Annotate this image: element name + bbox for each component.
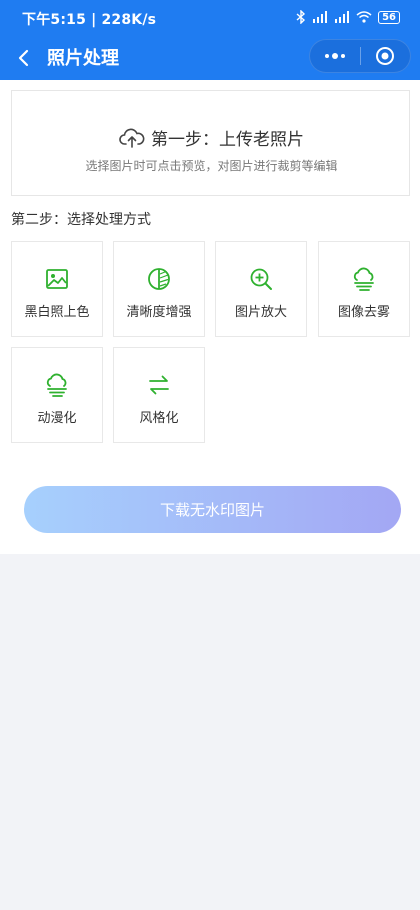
option-anime[interactable]: 动漫化 [11, 347, 103, 443]
status-icons: 56 [296, 10, 400, 24]
header-bar: 下午5:15 | 228K/s 56 照片处理 [0, 0, 420, 80]
chevron-left-icon [18, 49, 29, 67]
more-dots-icon [324, 53, 345, 59]
target-close-icon [376, 47, 395, 65]
status-time-speed: 下午5:15 | 228K/s [22, 12, 157, 28]
option-dehaze[interactable]: 图像去雾 [318, 241, 410, 337]
swap-icon [149, 375, 169, 395]
main-content: 第一步：上传老照片 选择图片时可点击预览，对图片进行裁剪等编辑 第二步：选择处理… [0, 80, 420, 554]
contrast-icon [148, 268, 170, 290]
upload-subtitle: 选择图片时可点击预览，对图片进行裁剪等编辑 [85, 159, 338, 173]
upload-title: 第一步：上传老照片 [151, 130, 304, 150]
signal-icon-2 [335, 11, 350, 23]
option-label: 图像去雾 [337, 305, 390, 320]
option-label: 黑白照上色 [24, 305, 90, 320]
fog-icon [353, 267, 374, 291]
option-colorize[interactable]: 黑白照上色 [11, 241, 103, 337]
battery-level: 56 [382, 11, 396, 23]
option-enlarge[interactable]: 图片放大 [215, 241, 307, 337]
nav-bar: 照片处理 [0, 36, 420, 80]
upload-title-row: 第一步：上传老照片 [12, 125, 411, 150]
close-miniprogram-button[interactable] [360, 39, 410, 73]
bluetooth-icon [296, 10, 306, 24]
option-label: 清晰度增强 [126, 305, 192, 320]
download-button[interactable]: 下载无水印图片 [24, 486, 401, 533]
back-button[interactable] [10, 44, 38, 72]
option-label: 图片放大 [234, 305, 287, 320]
signal-icon [313, 11, 328, 23]
page-title: 照片处理 [47, 48, 119, 69]
option-stylize[interactable]: 风格化 [113, 347, 205, 443]
more-button[interactable] [310, 39, 360, 73]
option-enhance[interactable]: 清晰度增强 [113, 241, 205, 337]
cloud-upload-icon [119, 128, 145, 148]
option-label: 风格化 [139, 411, 179, 426]
zoom-in-icon [250, 268, 272, 290]
wifi-icon [356, 11, 372, 23]
miniprogram-capsule [309, 39, 411, 73]
step2-title: 第二步：选择处理方式 [11, 212, 151, 228]
status-bar: 下午5:15 | 228K/s 56 [0, 0, 420, 36]
option-label: 动漫化 [37, 411, 77, 426]
fog-icon [46, 373, 67, 397]
battery-icon: 56 [378, 10, 400, 24]
upload-photo-box[interactable]: 第一步：上传老照片 选择图片时可点击预览，对图片进行裁剪等编辑 [11, 90, 410, 196]
image-icon [46, 269, 68, 289]
